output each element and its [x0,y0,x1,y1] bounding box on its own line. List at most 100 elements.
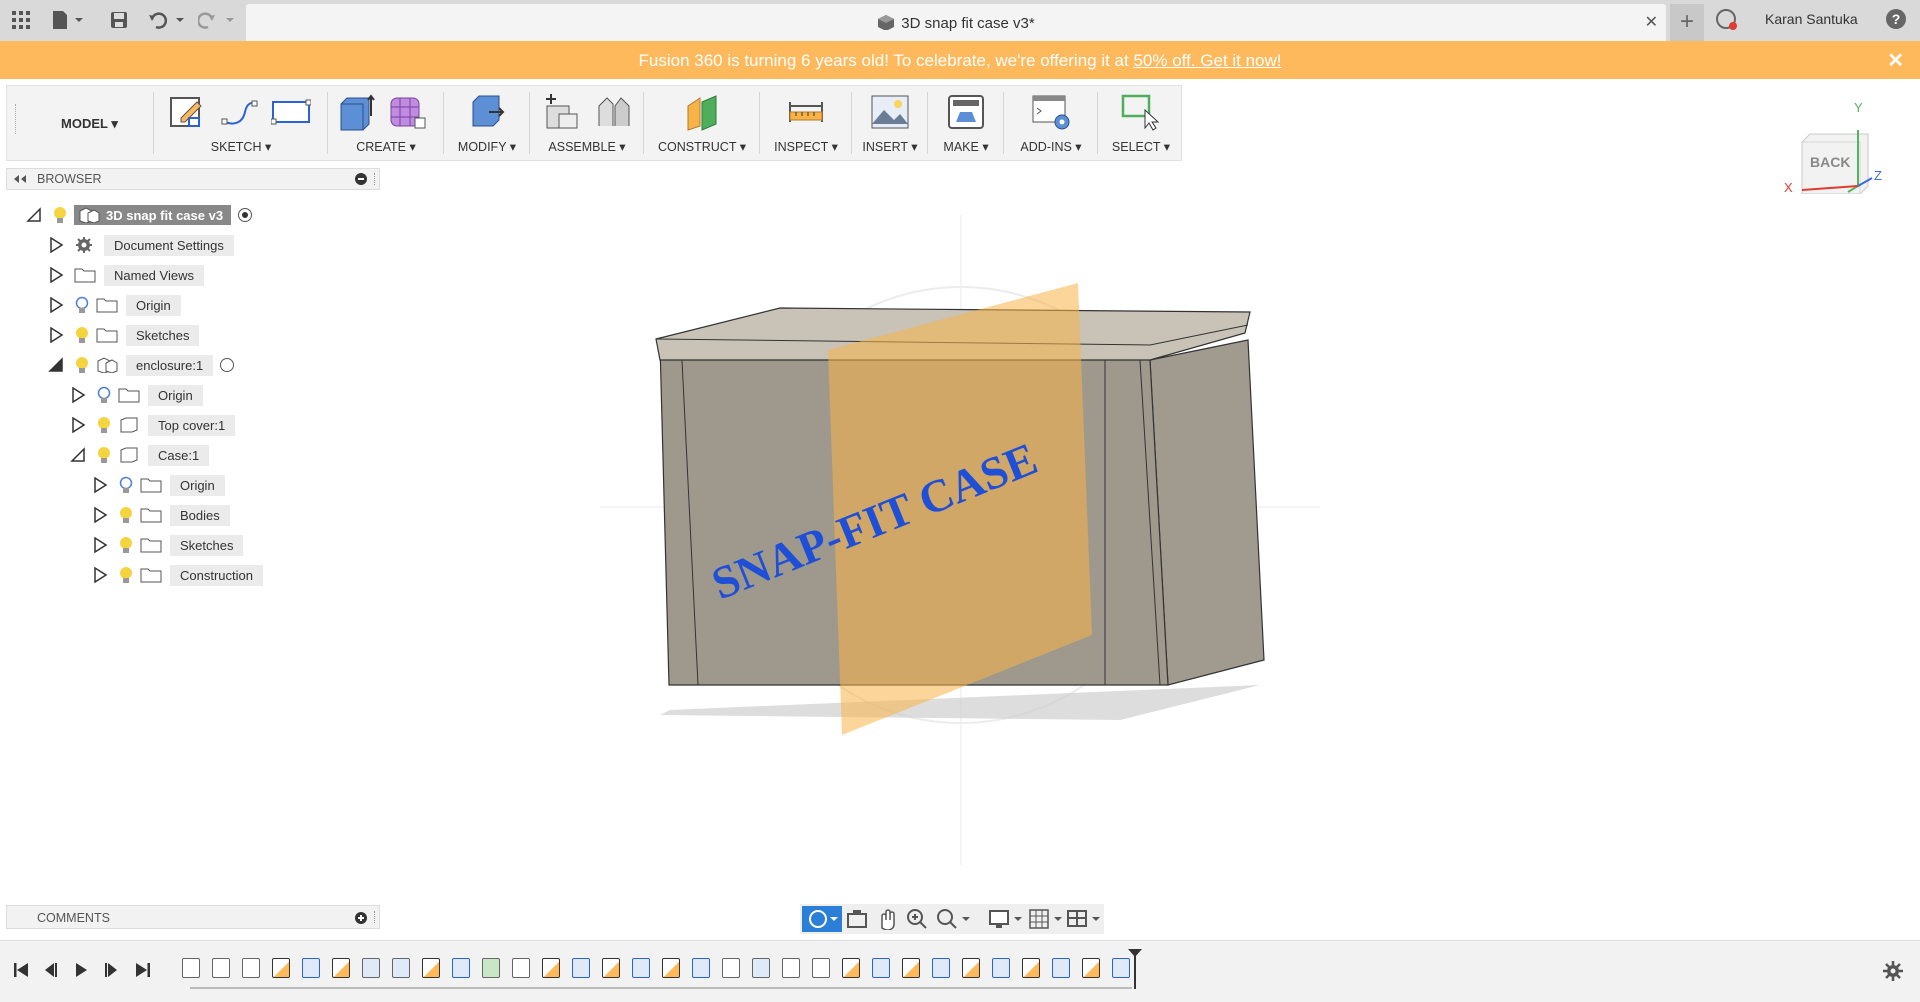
extrude-feature-icon[interactable] [572,958,590,978]
collapsed-triangle-icon[interactable] [70,387,86,403]
visibility-bulb-icon[interactable] [118,506,134,524]
component-feature-icon[interactable] [182,958,200,978]
comments-panel-header[interactable]: COMMENTS [6,905,380,929]
go-to-start-icon[interactable] [12,961,30,979]
expanded-triangle-icon[interactable] [70,447,86,463]
collapsed-triangle-icon[interactable] [92,537,108,553]
component-feature-icon[interactable] [212,958,230,978]
extrude-icon[interactable] [337,92,377,132]
viewcube[interactable]: BACK Y X Z [1784,100,1882,195]
sketch-feature-icon[interactable] [422,958,440,978]
joint-feature-icon[interactable] [482,958,500,978]
close-tab-icon[interactable]: ✕ [1645,12,1658,32]
sketch-feature-icon[interactable] [1022,958,1040,978]
close-banner-icon[interactable]: ✕ [1887,48,1904,73]
insert-image-icon[interactable] [870,92,910,132]
select-icon[interactable] [1121,92,1161,132]
activate-radio-icon[interactable] [219,357,235,373]
collapsed-triangle-icon[interactable] [48,327,64,343]
browser-options-icon[interactable] [355,173,367,185]
create-sketch-icon[interactable] [167,92,207,132]
measure-icon[interactable] [786,92,826,132]
tree-item-document-settings[interactable]: Document Settings [48,233,234,257]
visibility-bulb-icon[interactable] [118,536,134,554]
visibility-bulb-icon[interactable] [74,326,90,344]
sketch-feature-icon[interactable] [272,958,290,978]
sketch-feature-icon[interactable] [332,958,350,978]
pan-hand-icon[interactable] [876,908,898,930]
create-form-icon[interactable] [387,92,427,132]
go-to-end-icon[interactable] [134,961,152,979]
step-back-icon[interactable] [42,961,60,979]
panel-resize-grip[interactable] [374,173,377,185]
sketch-feature-icon[interactable] [902,958,920,978]
tree-item-origin[interactable]: Origin [92,473,225,497]
chamfer-feature-icon[interactable] [812,958,830,978]
toolbar-grip[interactable] [15,104,18,134]
visibility-bulb-icon[interactable] [96,416,112,434]
model-viewport[interactable]: SNAP-FIT CASE [600,215,1320,865]
settings-gear-icon[interactable] [1883,961,1903,981]
rectangle-icon[interactable] [271,92,311,132]
extrude-feature-icon[interactable] [452,958,470,978]
timeline-track[interactable] [190,987,1132,989]
assemble-menu[interactable]: ASSEMBLE ▾ [533,139,641,154]
banner-link[interactable]: 50% off. Get it now! [1133,51,1281,70]
line-icon[interactable] [219,92,259,132]
tree-item-case[interactable]: Case:1 [70,443,210,467]
user-name[interactable]: Karan Santuka [1765,11,1858,27]
mirror-feature-icon[interactable] [722,958,740,978]
sketch-feature-icon[interactable] [962,958,980,978]
make-menu[interactable]: MAKE ▾ [931,139,1001,154]
sketch-menu[interactable]: SKETCH ▾ [157,139,325,154]
viewports-icon[interactable] [1066,908,1100,930]
extrude-feature-icon[interactable] [1052,958,1070,978]
extrude-feature-icon[interactable] [692,958,710,978]
display-settings-icon[interactable] [988,908,1022,930]
construct-menu[interactable]: CONSTRUCT ▾ [647,139,757,154]
tree-item-sketches[interactable]: Sketches [92,533,244,557]
expanded-triangle-icon[interactable] [26,207,42,223]
offset-plane-icon[interactable] [682,92,722,132]
sketch-feature-icon[interactable] [662,958,680,978]
collapsed-triangle-icon[interactable] [48,267,64,283]
fit-view-icon[interactable] [936,908,970,930]
timeline-marker-icon[interactable] [1128,949,1142,989]
apps-grid-icon[interactable] [8,8,34,32]
3d-print-icon[interactable] [946,92,986,132]
collapsed-triangle-icon[interactable] [48,297,64,313]
orbit-button[interactable] [802,906,842,932]
file-menu-icon[interactable] [48,8,88,32]
tree-item-named-views[interactable]: Named Views [48,263,204,287]
tree-item-origin[interactable]: Origin [70,383,203,407]
scripts-addins-icon[interactable] [1031,92,1071,132]
extrude-feature-icon[interactable] [992,958,1010,978]
hidden-bulb-icon[interactable] [96,386,112,404]
tree-item-top-cover[interactable]: Top cover:1 [70,413,236,437]
modify-menu[interactable]: MODIFY ▾ [447,139,527,154]
visibility-bulb-icon[interactable] [96,446,112,464]
hidden-bulb-icon[interactable] [118,476,134,494]
component-feature-icon[interactable] [242,958,260,978]
insert-menu[interactable]: INSERT ▾ [855,139,925,154]
collapse-panel-icon[interactable] [13,174,27,184]
collapsed-triangle-icon[interactable] [92,567,108,583]
activate-radio-icon[interactable] [237,207,253,223]
shell-feature-icon[interactable] [392,958,410,978]
add-ins-menu[interactable]: ADD-INS ▾ [1007,139,1095,154]
sketch-feature-icon[interactable] [542,958,560,978]
expanded-triangle-icon[interactable] [48,357,64,373]
hidden-bulb-icon[interactable] [74,296,90,314]
press-pull-icon[interactable] [467,92,507,132]
visibility-bulb-icon[interactable] [118,566,134,584]
new-tab-button[interactable]: + [1670,4,1704,41]
workspace-switcher[interactable]: MODEL ▾ [61,116,118,132]
sketch-feature-icon[interactable] [602,958,620,978]
inspect-menu[interactable]: INSPECT ▾ [763,139,849,154]
tree-item-enclosure[interactable]: enclosure:1 [48,353,235,377]
new-component-icon[interactable] [541,92,581,132]
tree-item-sketches[interactable]: Sketches [48,323,200,347]
tree-item-bodies[interactable]: Bodies [92,503,230,527]
job-status-icon[interactable] [1716,9,1737,30]
visibility-bulb-icon[interactable] [74,356,90,374]
